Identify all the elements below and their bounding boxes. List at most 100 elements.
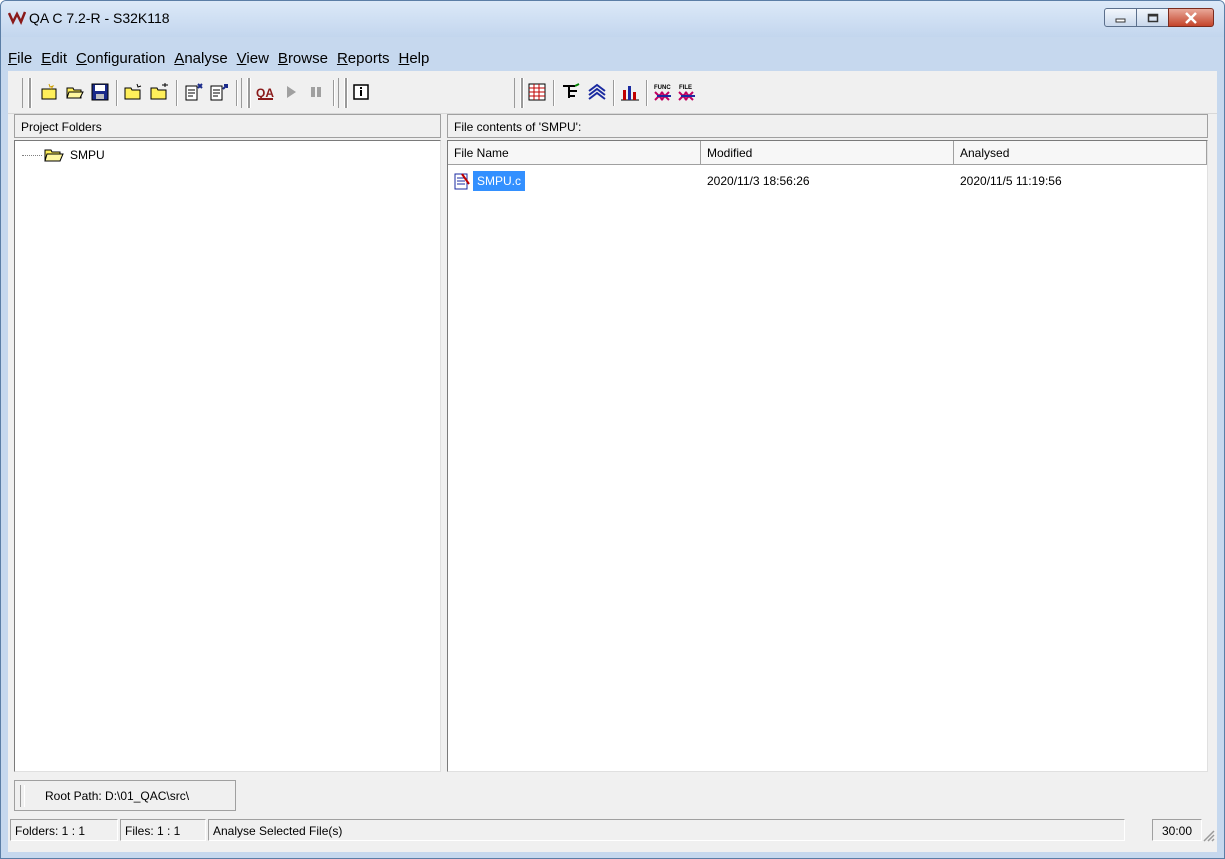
file-graph-button[interactable]: FILE [677,80,699,104]
new-project-icon [41,83,57,100]
open-project-button[interactable] [64,80,86,104]
column-file-name[interactable]: File Name [448,141,701,165]
file-list[interactable]: File Name Modified Analysed SMPU.c 2020/… [447,140,1208,772]
toolbar-separator [646,80,647,106]
minimize-button[interactable] [1104,8,1137,27]
menu-file[interactable]: File [8,50,32,67]
menu-view[interactable]: View [237,50,269,67]
resize-grip-icon[interactable] [1201,828,1215,842]
menu-help[interactable]: Help [399,50,430,67]
save-icon [91,83,109,101]
metrics-table-button[interactable] [526,80,548,104]
toolbar-separator [236,80,237,106]
menu-bar: File Edit Configuration Analyse View Bro… [8,47,438,69]
root-path-value: D:\01_QAC\src\ [105,789,190,803]
metrics-table-icon [528,83,546,101]
open-folder-button[interactable] [149,80,171,104]
toolbar: QA FUNC FILE [8,71,1217,114]
relations-button[interactable] [586,80,608,104]
open-folder-icon [150,83,168,100]
svg-text:QA: QA [256,86,274,100]
c-file-icon [454,173,470,190]
title-bar[interactable]: QA C 7.2-R - S32K118 [1,1,1224,37]
status-message: Analyse Selected File(s) [208,819,1125,841]
column-modified[interactable]: Modified [701,141,954,165]
project-folders-header: Project Folders [14,114,441,138]
file-contents-panel: File contents of 'SMPU': File Name Modif… [447,114,1208,772]
relations-icon [588,83,606,100]
app-window: QA C 7.2-R - S32K118 File Edit Configura… [0,0,1225,859]
toolbar-grip[interactable] [22,78,29,108]
toolbar-separator [176,80,177,106]
menu-browse[interactable]: Browse [278,50,328,67]
add-files-button[interactable] [183,80,205,104]
svg-text:FILE: FILE [679,85,692,91]
play-icon [287,86,296,98]
func-graph-icon: FUNC [654,85,671,101]
status-bar: Folders: 1 : 1 Files: 1 : 1 Analyse Sele… [8,817,1217,844]
file-name-cell[interactable]: SMPU.c [448,171,701,191]
new-folder-icon [124,83,142,100]
save-button[interactable] [89,80,111,104]
add-files-icon [185,83,203,101]
column-analysed[interactable]: Analysed [954,141,1207,165]
qa-analyse-button[interactable]: QA [254,80,276,104]
qa-analyse-icon: QA [256,86,274,100]
toolbar-separator [333,80,334,106]
root-path-box: Root Path: D:\01_QAC\src\ [14,780,236,811]
bar-chart-icon [621,86,639,101]
remove-files-icon [210,84,228,101]
bar-chart-button[interactable] [619,80,641,104]
new-folder-button[interactable] [123,80,145,104]
call-tree-icon [563,83,580,98]
modified-cell: 2020/11/3 18:56:26 [707,174,810,188]
tree-connector [22,154,42,156]
analysed-cell: 2020/11/5 11:19:56 [960,174,1062,188]
file-list-header: File Name Modified Analysed [448,141,1207,165]
close-icon [1185,11,1197,24]
file-graph-icon: FILE [678,85,695,101]
info-button[interactable] [350,80,372,104]
toolbar-grip[interactable] [338,78,345,108]
file-contents-header: File contents of 'SMPU': [447,114,1208,138]
status-files: Files: 1 : 1 [120,819,206,841]
project-folder-tree[interactable]: SMPU [14,140,441,772]
root-path-grip[interactable] [20,785,25,807]
pause-button[interactable] [305,80,327,104]
menu-edit[interactable]: Edit [41,50,67,67]
info-icon [353,84,369,100]
pause-icon [311,87,321,97]
toolbar-separator [553,80,554,106]
menu-analyse[interactable]: Analyse [174,50,227,67]
maximize-icon [1147,13,1158,22]
call-tree-button[interactable] [560,80,582,104]
root-path-label: Root Path: [45,789,102,803]
open-project-icon [66,87,84,99]
root-path-bar: Root Path: D:\01_QAC\src\ [14,777,1209,814]
toolbar-grip[interactable] [514,78,521,108]
status-folders: Folders: 1 : 1 [10,819,118,841]
svg-text:FUNC: FUNC [654,85,671,91]
play-button[interactable] [280,80,302,104]
file-name[interactable]: SMPU.c [473,171,526,191]
close-button[interactable] [1168,8,1214,27]
minimize-icon [1115,18,1125,22]
maximize-button[interactable] [1136,8,1169,27]
menu-configuration[interactable]: Configuration [76,50,165,67]
menu-reports[interactable]: Reports [337,50,390,67]
toolbar-separator [613,80,614,106]
remove-files-button[interactable] [208,80,230,104]
window-title: QA C 7.2-R - S32K118 [29,10,170,26]
new-project-button[interactable] [38,80,60,104]
folder-label[interactable]: SMPU [68,148,107,162]
project-folders-panel: Project Folders SMPU [14,114,441,772]
file-row[interactable]: SMPU.c 2020/11/3 18:56:26 2020/11/5 11:1… [448,171,1207,191]
qa-app-icon [8,11,26,26]
status-time: 30:00 [1152,819,1202,841]
tree-item-folder[interactable]: SMPU [22,148,107,162]
toolbar-grip[interactable] [241,78,248,108]
func-graph-button[interactable]: FUNC [653,80,675,104]
window-controls [1104,8,1214,27]
client-area: QA FUNC FILE Project Folders SMPU File c… [8,71,1217,852]
root-path-text: Root Path: D:\01_QAC\src\ [45,789,189,803]
